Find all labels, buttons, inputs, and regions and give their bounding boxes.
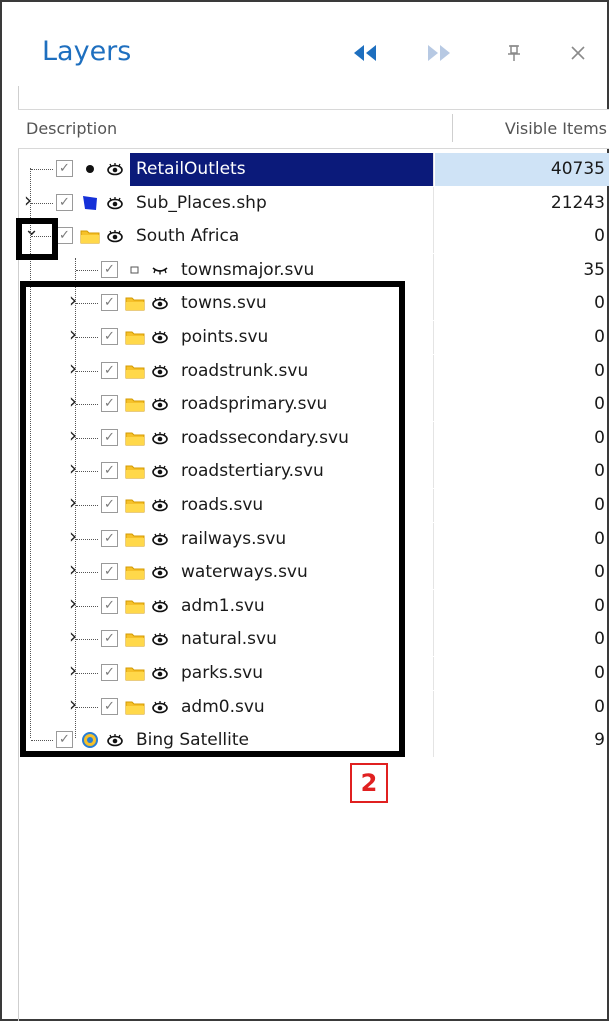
eye-icon[interactable] bbox=[105, 226, 125, 246]
folder-icon bbox=[80, 226, 100, 246]
double-right-arrow-icon bbox=[428, 45, 450, 61]
visible-items-count: 0 bbox=[594, 595, 605, 616]
cell-separator bbox=[433, 354, 434, 388]
visible-items-count: 0 bbox=[594, 495, 605, 515]
visible-items-cell: 0 bbox=[435, 455, 609, 488]
eye-closed-icon[interactable] bbox=[150, 260, 170, 280]
column-separator[interactable] bbox=[452, 114, 453, 142]
cell-separator bbox=[433, 153, 434, 186]
pin-icon bbox=[508, 45, 520, 61]
layer-row[interactable]: ⌄ ✓ South Africa 0 bbox=[19, 220, 609, 254]
polygon-icon bbox=[80, 193, 100, 213]
layer-name: RetailOutlets bbox=[136, 159, 246, 179]
visible-items-cell: 0 bbox=[435, 623, 609, 656]
visible-items-count: 40735 bbox=[550, 159, 605, 179]
visible-items-count: 0 bbox=[594, 629, 605, 650]
layer-row[interactable]: › ✓ Sub_Places.shp 21243 bbox=[19, 186, 609, 220]
visible-items-count: 0 bbox=[594, 360, 605, 381]
highlight-box-children bbox=[20, 281, 405, 757]
tree-connector bbox=[76, 269, 98, 271]
cell-separator bbox=[433, 556, 434, 590]
visible-items-cell: 0 bbox=[435, 691, 609, 724]
visible-items-count: 0 bbox=[594, 394, 605, 415]
visible-items-cell: 0 bbox=[435, 287, 609, 320]
cell-separator bbox=[433, 522, 434, 556]
point-icon bbox=[80, 159, 100, 179]
expand-right-button[interactable] bbox=[424, 38, 454, 68]
layer-row[interactable]: ✓ RetailOutlets 40735 bbox=[19, 153, 609, 186]
visible-items-count: 0 bbox=[594, 226, 605, 247]
visible-items-cell: 0 bbox=[435, 422, 609, 455]
visible-items-cell: 21243 bbox=[435, 187, 609, 220]
cell-separator bbox=[433, 220, 434, 254]
visible-items-count: 0 bbox=[594, 562, 605, 583]
visible-items-count: 0 bbox=[594, 293, 605, 314]
visible-items-cell: 0 bbox=[435, 556, 609, 589]
layer-name: South Africa bbox=[136, 226, 240, 247]
visible-items-cell: 40735 bbox=[435, 153, 609, 186]
visible-items-count: 0 bbox=[594, 427, 605, 448]
visible-items-count: 0 bbox=[594, 663, 605, 683]
close-button[interactable] bbox=[563, 38, 593, 68]
visibility-checkbox[interactable]: ✓ bbox=[56, 160, 73, 177]
visible-items-count: 0 bbox=[594, 528, 605, 549]
cell-separator bbox=[433, 253, 434, 287]
pin-button[interactable] bbox=[499, 38, 529, 68]
visible-items-cell: 0 bbox=[435, 355, 609, 388]
double-left-arrow-icon bbox=[354, 45, 376, 61]
eye-icon[interactable] bbox=[105, 193, 125, 213]
panel-title: Layers bbox=[42, 36, 132, 67]
visible-items-cell: 35 bbox=[435, 254, 609, 287]
visible-items-cell: 0 bbox=[435, 321, 609, 354]
visible-items-count: 9 bbox=[594, 730, 605, 751]
highlight-box-expander bbox=[16, 218, 58, 260]
visibility-checkbox[interactable]: ✓ bbox=[56, 193, 73, 211]
layer-name: Sub_Places.shp bbox=[136, 192, 267, 213]
visible-items-cell: 0 bbox=[435, 657, 609, 690]
visible-items-cell: 0 bbox=[435, 523, 609, 556]
visible-items-count: 0 bbox=[594, 327, 605, 347]
visible-items-cell: 9 bbox=[435, 724, 609, 757]
cell-separator bbox=[433, 421, 434, 455]
cell-separator bbox=[433, 321, 434, 354]
column-header-description[interactable]: Description bbox=[26, 119, 117, 138]
visible-items-count: 35 bbox=[583, 259, 605, 280]
visibility-checkbox[interactable]: ✓ bbox=[101, 260, 118, 278]
eye-icon[interactable] bbox=[105, 159, 125, 179]
visible-items-count: 21243 bbox=[550, 192, 605, 213]
visible-items-count: 0 bbox=[594, 461, 605, 482]
visible-items-cell: 0 bbox=[435, 220, 609, 253]
visible-items-cell: 0 bbox=[435, 388, 609, 421]
column-header: Description Visible Items bbox=[18, 109, 609, 149]
cell-separator bbox=[433, 589, 434, 623]
expand-chevron-icon[interactable]: › bbox=[24, 190, 38, 210]
cell-separator bbox=[433, 388, 434, 422]
cell-separator bbox=[433, 690, 434, 724]
layer-name: townsmajor.svu bbox=[181, 259, 315, 280]
layer-name-cell[interactable]: Sub_Places.shp bbox=[130, 187, 433, 220]
visibility-checkbox[interactable]: ✓ bbox=[56, 227, 73, 245]
small-square-icon bbox=[125, 260, 145, 280]
cell-separator bbox=[433, 724, 434, 758]
cell-separator bbox=[433, 623, 434, 657]
collapse-left-button[interactable] bbox=[350, 38, 380, 68]
cell-separator bbox=[433, 186, 434, 220]
close-icon bbox=[571, 46, 585, 60]
visible-items-cell: 0 bbox=[435, 590, 609, 623]
annotation-label: 2 bbox=[350, 763, 388, 803]
visible-items-count: 0 bbox=[594, 696, 605, 717]
cell-separator bbox=[433, 489, 434, 522]
tree-connector bbox=[31, 169, 53, 170]
visible-items-cell: 0 bbox=[435, 489, 609, 522]
cell-separator bbox=[433, 287, 434, 321]
column-header-visible-items[interactable]: Visible Items bbox=[505, 119, 607, 138]
layer-name-cell[interactable]: RetailOutlets bbox=[130, 153, 433, 186]
cell-separator bbox=[433, 657, 434, 690]
cell-separator bbox=[433, 455, 434, 489]
layer-name-cell[interactable]: South Africa bbox=[130, 220, 433, 253]
